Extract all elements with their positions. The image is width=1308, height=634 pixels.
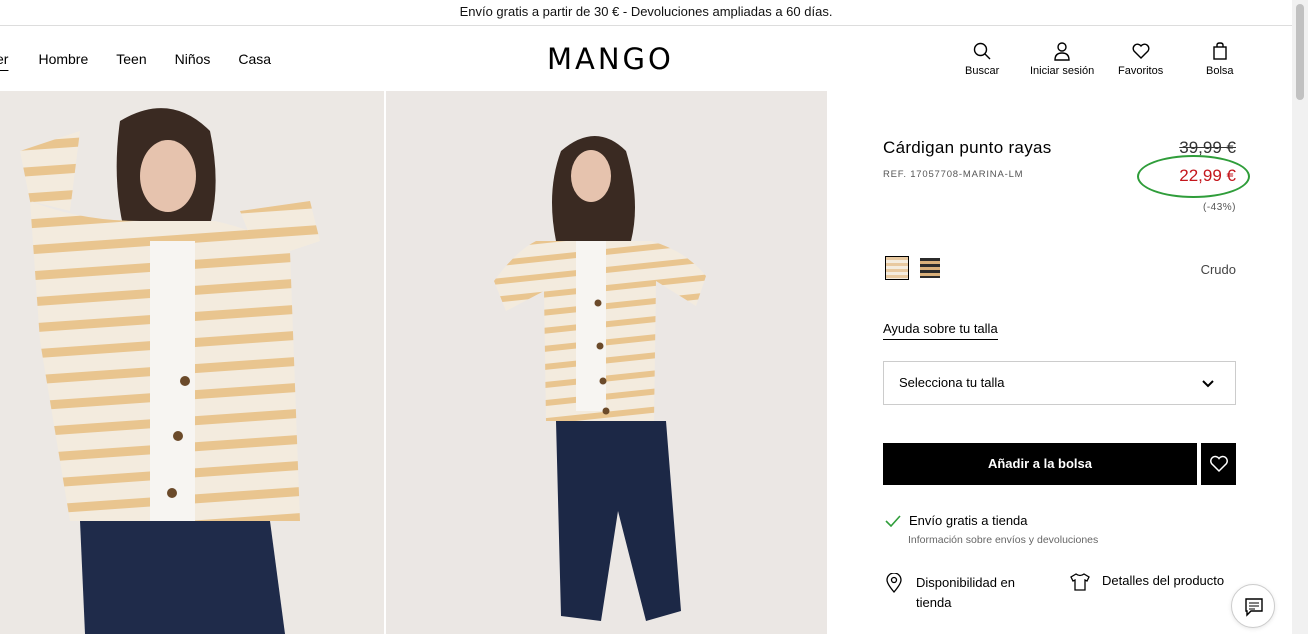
favorites-action[interactable]: Favoritos <box>1118 41 1163 77</box>
color-swatch-dark[interactable] <box>920 258 940 278</box>
scrollbar-thumb[interactable] <box>1296 4 1304 100</box>
nav-item-home[interactable]: Casa <box>238 51 271 67</box>
login-label: Iniciar sesión <box>1030 65 1095 77</box>
product-title: Cárdigan punto rayas <box>883 138 1052 157</box>
product-photo-front[interactable] <box>0 91 384 634</box>
location-pin-icon <box>886 573 902 593</box>
nav-item-teen[interactable]: Teen <box>116 51 146 67</box>
search-label: Buscar <box>965 65 1000 77</box>
size-select-label: Selecciona tu talla <box>899 375 1005 390</box>
discount-badge: (-43%) <box>1202 202 1236 213</box>
favorites-label: Favoritos <box>1118 65 1164 77</box>
page-scrollbar[interactable] <box>1292 0 1308 634</box>
heart-icon <box>1210 455 1228 473</box>
main-nav: er Hombre Teen Niños Casa <box>0 51 299 67</box>
shipping-text: Envío gratis a tienda <box>909 513 1028 528</box>
brand-logo[interactable]: MANGO <box>547 42 674 76</box>
nav-item-kids[interactable]: Niños <box>175 51 211 67</box>
nav-item-men[interactable]: Hombre <box>38 51 88 67</box>
sale-price: 22,99 € <box>1179 166 1236 185</box>
bag-action[interactable]: Bolsa <box>1206 41 1234 77</box>
store-availability-label: Disponibilidad en tienda <box>916 575 1016 610</box>
add-to-favorites-button[interactable] <box>1201 443 1236 485</box>
login-action[interactable]: Iniciar sesión <box>1030 41 1094 77</box>
bag-label: Bolsa <box>1206 65 1234 77</box>
product-reference: REF. 17057708-MARINA-LM <box>883 169 1024 180</box>
size-select[interactable]: Selecciona tu talla <box>883 361 1236 405</box>
product-photo-full[interactable] <box>386 91 827 634</box>
search-action[interactable]: Buscar <box>965 41 999 77</box>
tshirt-icon <box>1070 573 1090 591</box>
promo-banner: Envío gratis a partir de 30 € - Devoluci… <box>0 0 1292 26</box>
color-swatch-crudo[interactable] <box>885 256 909 280</box>
shipping-info-link[interactable]: Información sobre envíos y devoluciones <box>908 534 1098 546</box>
heart-icon <box>1132 43 1150 59</box>
product-details-label: Detalles del producto <box>1102 573 1225 588</box>
chat-icon <box>1245 598 1263 617</box>
nav-item-women[interactable]: er <box>0 51 8 67</box>
site-header: er Hombre Teen Niños Casa MANGO Buscar I… <box>0 27 1292 91</box>
bag-icon <box>1213 42 1227 60</box>
search-icon <box>973 42 991 60</box>
check-icon <box>885 515 901 527</box>
user-icon <box>1054 42 1070 61</box>
chevron-down-icon <box>1202 380 1214 388</box>
add-to-bag-button[interactable]: Añadir a la bolsa <box>883 443 1197 485</box>
selected-color-name: Crudo <box>1200 262 1236 277</box>
chat-button[interactable] <box>1231 584 1275 628</box>
size-help-link[interactable]: Ayuda sobre tu talla <box>883 321 998 340</box>
